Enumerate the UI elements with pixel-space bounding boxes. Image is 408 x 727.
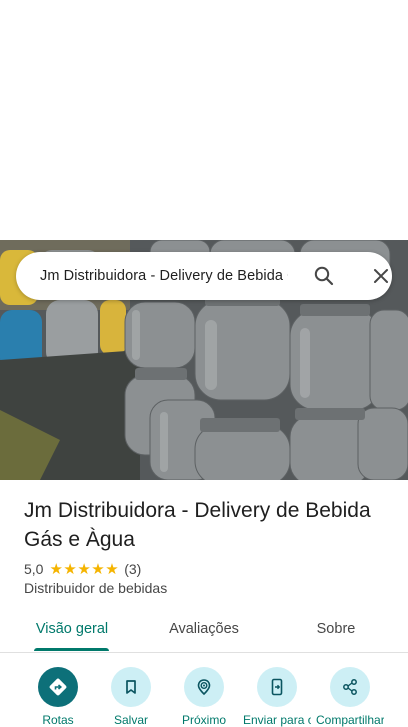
review-count[interactable]: (3) (124, 561, 141, 577)
active-tab-indicator (34, 648, 109, 651)
tab-reviews[interactable]: Avaliações (156, 610, 252, 652)
nearby-button[interactable]: Próximo (182, 667, 226, 727)
send-to-phone-button[interactable]: Enviar para o smartphone (243, 667, 311, 727)
directions-button[interactable]: Rotas (38, 667, 78, 727)
place-title: Jm Distribuidora - Delivery de Bebida Gá… (24, 499, 371, 551)
directions-icon (38, 667, 78, 707)
bookmark-icon (111, 667, 151, 707)
send-to-phone-label: Enviar para o smartphone (243, 713, 311, 727)
share-label: Compartilhar (316, 713, 384, 727)
star-rating-icon: ★★★★★ (49, 561, 120, 578)
tab-overview[interactable]: Visão geral (24, 610, 120, 652)
share-icon (330, 667, 370, 707)
nearby-icon (184, 667, 224, 707)
tab-about[interactable]: Sobre (296, 610, 376, 652)
directions-label: Rotas (42, 713, 74, 727)
save-button[interactable]: Salvar (111, 667, 151, 727)
close-icon[interactable] (369, 264, 393, 288)
tab-bar: Visão geral Avaliações Sobre (0, 610, 408, 653)
send-to-phone-icon (257, 667, 297, 707)
share-button[interactable]: Compartilhar (316, 667, 384, 727)
save-label: Salvar (113, 713, 148, 727)
map-area-blank (0, 0, 408, 240)
rating-row[interactable]: 5,0 ★★★★★ (3) (24, 560, 141, 578)
search-icon[interactable] (312, 264, 336, 288)
place-category: Distribuidor de bebidas (24, 580, 168, 596)
search-input[interactable]: Jm Distribuidora - Delivery de Bebida Gá… (40, 268, 288, 284)
nearby-label: Próximo (181, 713, 226, 727)
search-bar[interactable]: Jm Distribuidora - Delivery de Bebida Gá… (16, 252, 392, 300)
rating-value: 5,0 (24, 561, 44, 577)
